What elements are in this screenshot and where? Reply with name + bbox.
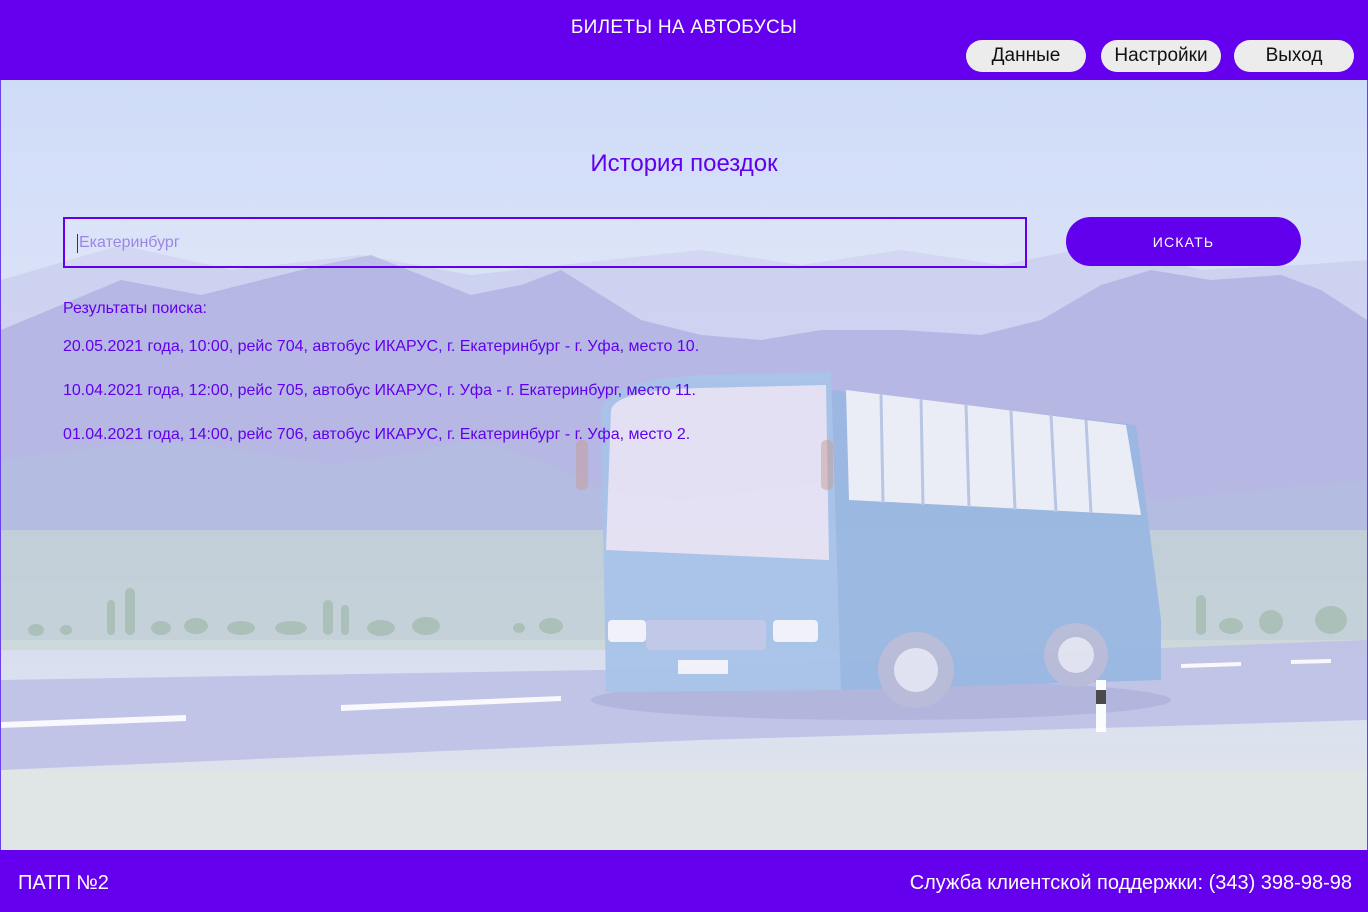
main-content: История поездок ИСКАТЬ Результаты поиска… xyxy=(0,80,1368,850)
page-title: История поездок xyxy=(590,150,778,177)
list-item: 20.05.2021 года, 10:00, рейс 704, автобу… xyxy=(63,338,700,355)
search-button[interactable]: ИСКАТЬ xyxy=(1066,217,1301,266)
organization-name: ПАТП №2 xyxy=(18,872,109,894)
exit-button[interactable]: Выход xyxy=(1234,40,1354,72)
search-input[interactable] xyxy=(63,217,1027,268)
list-item: 01.04.2021 года, 14:00, рейс 706, автобу… xyxy=(63,426,691,443)
bus-illustration-icon xyxy=(1,245,1367,850)
settings-button[interactable]: Настройки xyxy=(1101,40,1221,72)
data-button[interactable]: Данные xyxy=(966,40,1086,72)
app-header: БИЛЕТЫ НА АВТОБУСЫ Данные Настройки Выхо… xyxy=(0,0,1368,80)
support-contact: Служба клиентской поддержки: (343) 398-9… xyxy=(909,872,1352,894)
app-title: БИЛЕТЫ НА АВТОБУСЫ xyxy=(570,17,798,38)
text-caret xyxy=(77,234,78,253)
results-label: Результаты поиска: xyxy=(63,300,207,317)
app-footer: ПАТП №2 Служба клиентской поддержки: (34… xyxy=(0,850,1368,912)
list-item: 10.04.2021 года, 12:00, рейс 705, автобу… xyxy=(63,382,696,399)
